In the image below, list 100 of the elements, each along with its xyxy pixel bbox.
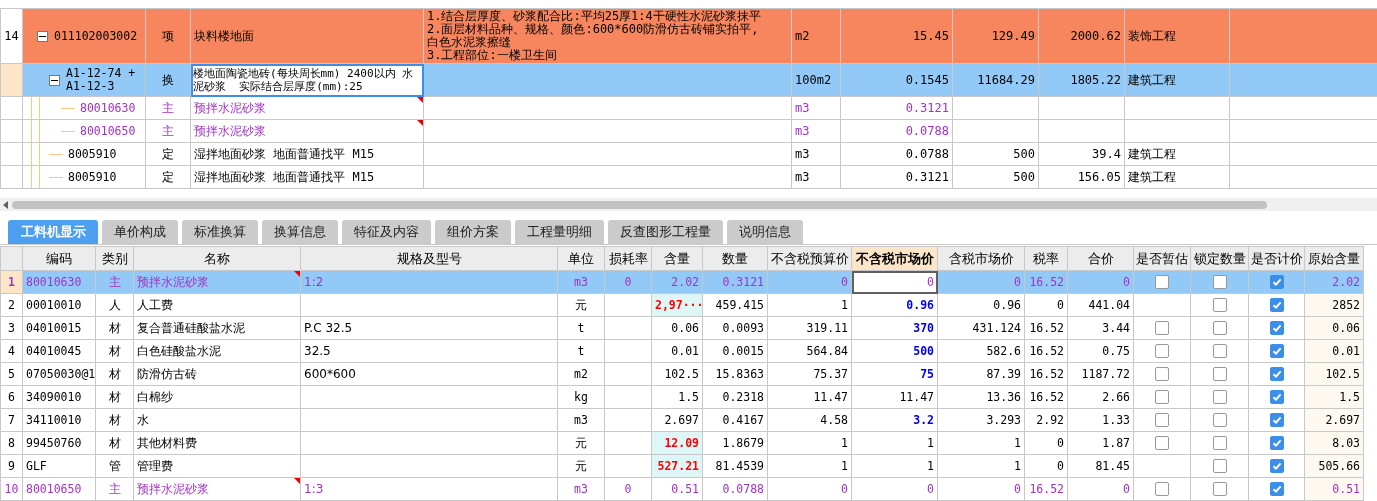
table-row[interactable]: 1 80010630 主 预拌水泥砂浆 1:2 m3 0 2.02 0.3121 0 0 0 16.52 0 2.02 xyxy=(0,270,1364,294)
horizontal-scrollbar[interactable] xyxy=(0,198,1377,211)
checkbox[interactable] xyxy=(1212,413,1227,428)
tab[interactable]: 换算信息 xyxy=(262,220,338,244)
column-header[interactable]: 类别 xyxy=(95,246,134,271)
tree-row[interactable]: 14 011102003002 项 块料楼地面 1.结合层厚度、砂浆配合比:平均25厚1:4干硬性水泥砂浆抹平 2.面层材料品种、规格、颜色:600*600防滑仿古砖铺实拍平, 白色水泥浆擦缝 3.工程部位:一楼卫生间 m2 15.45 129.49 2000.62 装饰工程 xyxy=(0,8,1377,64)
checkbox[interactable] xyxy=(1155,367,1169,382)
column-header[interactable]: 不含税预算价 xyxy=(767,246,852,271)
unit-cell: 元 xyxy=(557,293,605,317)
quantity-cell: 0.0788 xyxy=(702,477,768,501)
unit-cell: m3 xyxy=(557,477,605,501)
tree-row[interactable]: 8005910 定 湿拌地面砂浆 地面普通找平 M15 m3 0.3121 500 156.05 建筑工程 xyxy=(0,165,1377,189)
quantity-cell: 15.8363 xyxy=(702,362,768,386)
checkbox[interactable] xyxy=(1155,275,1169,290)
column-header[interactable]: 数量 xyxy=(702,246,768,271)
tab[interactable]: 说明信息 xyxy=(727,220,803,244)
column-header[interactable]: 名称 xyxy=(133,246,301,271)
unit-cell: m2 xyxy=(791,8,841,64)
checkbox[interactable] xyxy=(1269,275,1284,290)
column-header[interactable]: 含税市场价 xyxy=(937,246,1025,271)
column-header[interactable]: 规格及型号 xyxy=(300,246,558,271)
type-cell: 主 xyxy=(95,477,134,501)
tax-price-cell: 582.6 xyxy=(937,339,1025,363)
spec-cell: P.C 32.5 xyxy=(300,316,558,340)
checkbox[interactable] xyxy=(1212,275,1227,290)
code-cell: 04010015 xyxy=(22,316,96,340)
table-row[interactable]: 8 99450760 材 其他材料费 元 12.09 1.8679 1 1 1 0 1.87 8.03 xyxy=(0,431,1364,455)
table-row[interactable]: 7 34110010 材 水 m3 2.697 0.4167 4.58 3.2 3.293 2.92 1.33 2.697 xyxy=(0,408,1364,432)
tree-row[interactable]: A1-12-74 + A1-12-3 换 楼地面陶瓷地砖(每块周长mm) 2400以内 水泥砂浆 实际结合层厚度(mm):25 100m2 0.1545 11684.29 1805.22 建筑工程 xyxy=(0,63,1377,97)
checkbox[interactable] xyxy=(1155,390,1169,405)
row-number: 10 xyxy=(0,477,23,501)
checkbox[interactable] xyxy=(1155,436,1169,451)
checkbox[interactable] xyxy=(1212,436,1227,451)
tree-row[interactable]: 80010650 主 预拌水泥砂浆 m3 0.0788 xyxy=(0,119,1377,143)
column-header[interactable]: 锁定数量 xyxy=(1190,246,1249,271)
column-header[interactable]: 编码 xyxy=(22,246,96,271)
column-header[interactable]: 合价 xyxy=(1067,246,1134,271)
name-cell: 预拌水泥砂浆 xyxy=(133,477,301,501)
tab[interactable]: 单价构成 xyxy=(102,220,178,244)
quantity-cell: 0.1545 xyxy=(840,63,953,97)
tab[interactable]: 反查图形工程量 xyxy=(608,220,723,244)
column-header[interactable]: 税率 xyxy=(1024,246,1068,271)
column-header[interactable]: 是否暂估 xyxy=(1133,246,1191,271)
column-header[interactable]: 损耗率 xyxy=(604,246,652,271)
content-cell: 0.01 xyxy=(651,339,703,363)
tree-row[interactable]: 80010630 主 预拌水泥砂浆 m3 0.3121 xyxy=(0,96,1377,120)
checkbox[interactable] xyxy=(1212,321,1227,336)
collapse-icon[interactable] xyxy=(49,74,60,86)
checkbox[interactable] xyxy=(1269,413,1284,428)
checkbox[interactable] xyxy=(1269,459,1284,474)
budget-price-cell: 1 xyxy=(767,293,852,317)
checkbox[interactable] xyxy=(1212,298,1227,313)
column-header[interactable]: 单位 xyxy=(557,246,605,271)
checkbox[interactable] xyxy=(1155,482,1169,497)
spec-cell: 32.5 xyxy=(300,339,558,363)
unit-cell: 元 xyxy=(557,454,605,478)
tree-row[interactable]: 8005910 定 湿拌地面砂浆 地面普通找平 M15 m3 0.0788 500 39.4 建筑工程 xyxy=(0,142,1377,166)
tab[interactable]: 标准换算 xyxy=(182,220,258,244)
type-cell: 材 xyxy=(95,385,134,409)
checkbox[interactable] xyxy=(1269,367,1284,382)
checkbox[interactable] xyxy=(1155,344,1169,359)
table-row[interactable]: 3 04010015 材 复合普通硅酸盐水泥 P.C 32.5 t 0.06 0.0093 319.11 370 431.124 16.52 3.44 0.06 xyxy=(0,316,1364,340)
checkbox[interactable] xyxy=(1212,482,1227,497)
table-row[interactable]: 4 04010045 材 白色硅酸盐水泥 32.5 t 0.01 0.0015 564.84 500 582.6 16.52 0.75 0.01 xyxy=(0,339,1364,363)
checkbox[interactable] xyxy=(1212,390,1227,405)
quantity-cell: 15.45 xyxy=(840,8,953,64)
column-header[interactable]: 不含税市场价 xyxy=(851,246,938,271)
table-row[interactable]: 6 34090010 材 白棉纱 kg 1.5 0.2318 11.47 11.47 13.36 16.52 2.66 1.5 xyxy=(0,385,1364,409)
table-row[interactable]: 5 07050030@1 材 防滑仿古砖 600*600 m2 102.5 15.8363 75.37 75 87.39 16.52 1187.72 102.5 xyxy=(0,362,1364,386)
checkbox[interactable] xyxy=(1155,321,1169,336)
checkbox[interactable] xyxy=(1269,390,1284,405)
checkbox[interactable] xyxy=(1212,459,1227,474)
checkbox[interactable] xyxy=(1269,344,1284,359)
column-header[interactable]: 原始含量 xyxy=(1304,246,1364,271)
collapse-icon[interactable] xyxy=(37,30,48,42)
row-number: 3 xyxy=(0,316,23,340)
checkbox[interactable] xyxy=(1269,321,1284,336)
checkbox[interactable] xyxy=(1155,413,1169,428)
column-header[interactable]: 含量 xyxy=(651,246,703,271)
market-price-cell: 1 xyxy=(851,431,938,455)
table-row[interactable]: 10 80010650 主 预拌水泥砂浆 1:3 m3 0 0.51 0.0788 0 0 0 16.52 0 0.51 xyxy=(0,477,1364,501)
name-cell: 人工费 xyxy=(133,293,301,317)
tax-rate-cell: 0 xyxy=(1024,431,1068,455)
market-price-cell: 0.96 xyxy=(851,293,938,317)
tab[interactable]: 特征及内容 xyxy=(342,220,431,244)
table-row[interactable]: 9 GLF 管 管理费 元 527.21 81.4539 1 1 1 0 81.45 505.66 xyxy=(0,454,1364,478)
tab[interactable]: 工程量明细 xyxy=(515,220,604,244)
checkbox[interactable] xyxy=(1212,367,1227,382)
item-code: 8005910 xyxy=(68,170,117,184)
category-cell: 建筑工程 xyxy=(1124,142,1230,166)
code-cell: GLF xyxy=(22,454,96,478)
tab[interactable]: 组价方案 xyxy=(435,220,511,244)
column-header[interactable]: 是否计价 xyxy=(1248,246,1305,271)
table-row[interactable]: 2 00010010 人 人工费 元 2,97··· 459.415 1 0.96 0.96 0 441.04 2852 xyxy=(0,293,1364,317)
checkbox[interactable] xyxy=(1269,482,1284,497)
checkbox[interactable] xyxy=(1269,436,1284,451)
total-cell: 0.75 xyxy=(1067,339,1134,363)
checkbox[interactable] xyxy=(1269,298,1284,313)
checkbox[interactable] xyxy=(1212,344,1227,359)
market-price-cell: 370 xyxy=(851,316,938,340)
